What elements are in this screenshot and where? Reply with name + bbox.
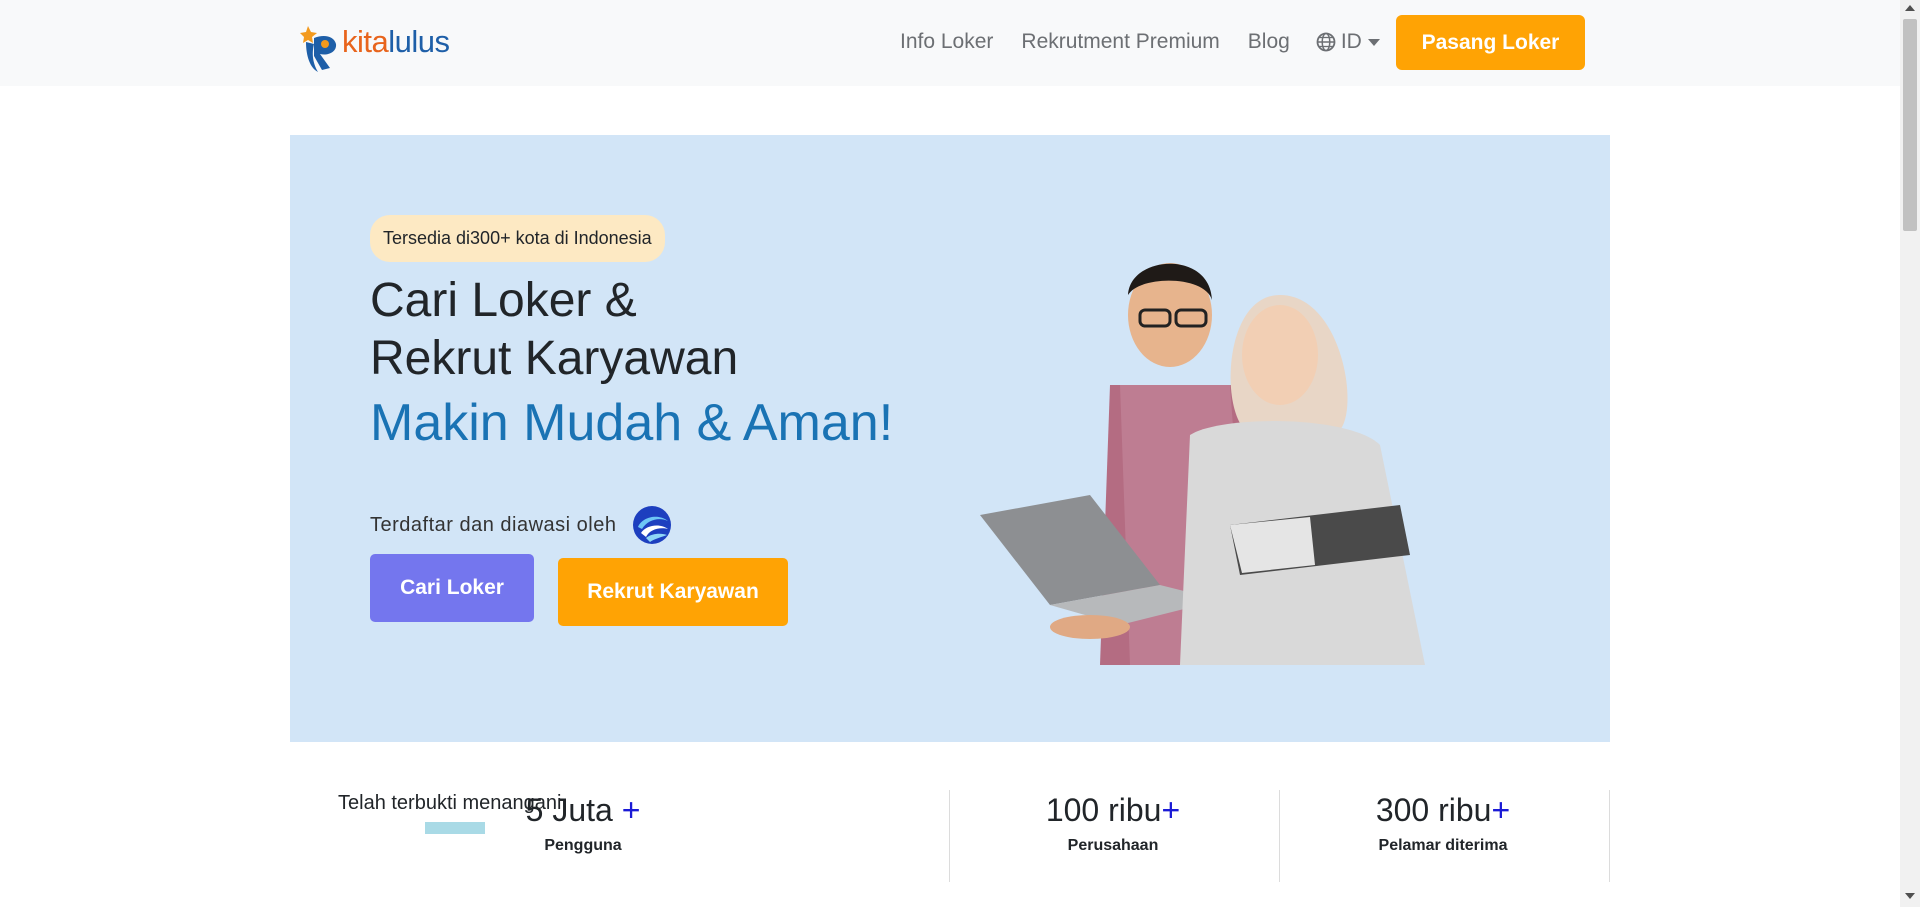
stats-section: Telah terbukti menangani 5 Juta + Penggu… [290, 780, 1610, 907]
pasang-loker-button[interactable]: Pasang Loker [1396, 15, 1585, 70]
scroll-down-arrow-icon[interactable] [1905, 893, 1915, 899]
hero-people-image [980, 263, 1425, 665]
hero-title-highlight: Makin Mudah & Aman! [370, 394, 894, 452]
nav-blog[interactable]: Blog [1248, 30, 1290, 54]
nav-rekrutment-premium[interactable]: Rekrutment Premium [1021, 30, 1219, 54]
stat-companies-number: 100 ribu [1045, 792, 1162, 828]
stat-hired-plus: + [1491, 792, 1511, 828]
stat-users: 5 Juta + Pengguna [418, 792, 748, 855]
chevron-down-icon [1367, 38, 1380, 46]
cari-loker-button[interactable]: Cari Loker [370, 554, 534, 622]
stat-divider [1609, 790, 1610, 882]
scroll-up-arrow-icon[interactable] [1905, 5, 1915, 11]
stat-users-plus: + [621, 792, 641, 828]
stat-companies: 100 ribu+ Perusahaan [948, 792, 1278, 855]
kitalulus-logo[interactable]: kitalulus [300, 12, 455, 74]
rekrut-karyawan-button[interactable]: Rekrut Karyawan [558, 558, 788, 626]
stat-users-value: 5 Juta + [418, 792, 748, 829]
rocket-logo-icon [300, 26, 337, 72]
availability-badge: Tersedia di300+ kota di Indonesia [370, 215, 665, 262]
stat-companies-value: 100 ribu+ [948, 792, 1278, 829]
scrollbar-thumb[interactable] [1903, 19, 1917, 231]
nav-info-loker[interactable]: Info Loker [900, 30, 993, 54]
page-scrollbar[interactable] [1900, 0, 1920, 907]
logo-lulus-text: lulus [388, 24, 450, 59]
hero-section: Tersedia di300+ kota di Indonesia Cari L… [290, 135, 1610, 742]
logo-kita-text: kita [342, 24, 389, 59]
stat-companies-label: Perusahaan [1067, 837, 1159, 854]
logo-wordmark: kitalulus [342, 24, 450, 60]
stat-hired-label: Pelamar diterima [1378, 837, 1508, 854]
stat-users-number: 5 Juta [525, 792, 622, 828]
stat-hired-number: 300 ribu [1375, 792, 1492, 828]
nav-links: Info Loker Rekrutment Premium Blog ID [900, 30, 1380, 54]
stat-hired-value: 300 ribu+ [1278, 792, 1608, 829]
stat-users-label: Pengguna [544, 837, 622, 854]
kominfo-logo-icon [633, 506, 672, 544]
globe-icon [1316, 32, 1336, 52]
language-label: ID [1340, 30, 1362, 53]
top-navbar: kitalulus Info Loker Rekrutment Premium … [0, 0, 1900, 86]
hero-title-line2: Rekrut Karyawan [370, 332, 739, 385]
stat-companies-plus: + [1161, 792, 1181, 828]
supervised-by: Terdaftar dan diawasi oleh [370, 505, 672, 545]
stat-hired: 300 ribu+ Pelamar diterima [1278, 792, 1608, 855]
language-dropdown[interactable]: ID [1316, 30, 1380, 54]
hero-title-line1: Cari Loker & [370, 274, 637, 327]
supervised-text: Terdaftar dan diawasi oleh [370, 513, 617, 536]
